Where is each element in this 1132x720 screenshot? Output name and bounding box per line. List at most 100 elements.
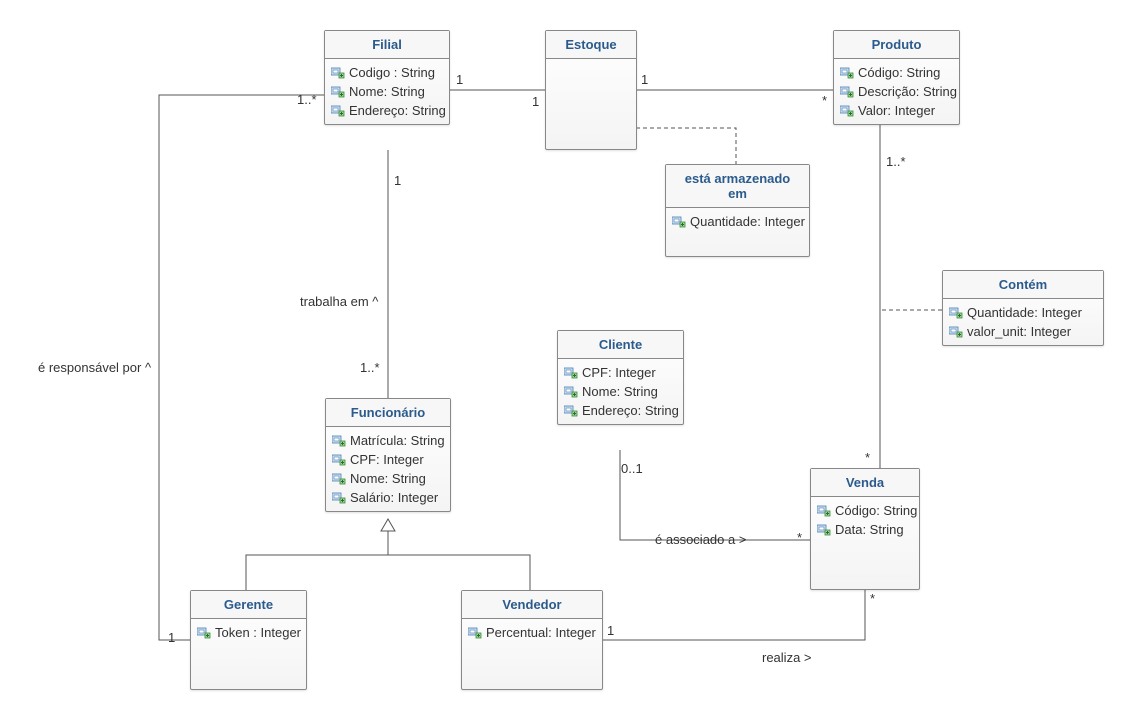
- class-funcionario: Funcionário Matrícula: String CPF: Intege…: [325, 398, 451, 512]
- mult: 1..*: [886, 154, 906, 169]
- attribute-row: Valor: Integer: [840, 101, 953, 120]
- attrs-vendedor: Percentual: Integer: [462, 619, 602, 687]
- label-realiza: realiza >: [762, 650, 812, 665]
- attribute-row: valor_unit: Integer: [949, 322, 1097, 341]
- class-title: Contém: [943, 271, 1103, 299]
- attribute-row: Endereço: String: [331, 101, 443, 120]
- class-title: Funcionário: [326, 399, 450, 427]
- attribute-icon: [672, 216, 686, 228]
- mult: 0..1: [621, 461, 643, 476]
- attribute-text: valor_unit: Integer: [967, 324, 1071, 339]
- attribute-icon: [331, 105, 345, 117]
- attribute-text: Endereço: String: [582, 403, 679, 418]
- class-venda: Venda Código: String Data: String: [810, 468, 920, 590]
- attribute-icon: [564, 405, 578, 417]
- attribute-text: Matrícula: String: [350, 433, 445, 448]
- label-associado: é associado a >: [655, 532, 746, 547]
- attribute-text: CPF: Integer: [582, 365, 656, 380]
- attribute-text: Data: String: [835, 522, 904, 537]
- class-contem: Contém Quantidade: Integervalor_unit: In…: [942, 270, 1104, 346]
- attrs-filial: Codigo : String Nome: String Endereço: Str…: [325, 59, 449, 124]
- attrs-funcionario: Matrícula: String CPF: Integer Nome: Strin…: [326, 427, 450, 511]
- attribute-row: Salário: Integer: [332, 488, 444, 507]
- attribute-icon: [817, 505, 831, 517]
- attribute-text: Descrição: String: [858, 84, 957, 99]
- attribute-text: Código: String: [835, 503, 917, 518]
- attribute-icon: [332, 435, 346, 447]
- attribute-row: Codigo : String: [331, 63, 443, 82]
- class-title: Cliente: [558, 331, 683, 359]
- attribute-row: Código: String: [817, 501, 913, 520]
- attribute-row: Nome: String: [332, 469, 444, 488]
- attribute-icon: [197, 627, 211, 639]
- mult: *: [870, 591, 875, 606]
- class-title: Produto: [834, 31, 959, 59]
- class-title: Gerente: [191, 591, 306, 619]
- attribute-row: CPF: Integer: [564, 363, 677, 382]
- attrs-cliente: CPF: Integer Nome: String Endereço: String: [558, 359, 683, 424]
- attribute-text: Valor: Integer: [858, 103, 935, 118]
- mult: 1..*: [297, 92, 317, 107]
- attribute-text: Salário: Integer: [350, 490, 438, 505]
- attribute-text: Nome: String: [349, 84, 425, 99]
- attribute-text: Código: String: [858, 65, 940, 80]
- attribute-text: Endereço: String: [349, 103, 446, 118]
- attribute-row: Token : Integer: [197, 623, 300, 642]
- class-title: Venda: [811, 469, 919, 497]
- label-trabalha: trabalha em ^: [300, 294, 378, 309]
- attrs-contem: Quantidade: Integervalor_unit: Integer: [943, 299, 1103, 345]
- mult: *: [797, 530, 802, 545]
- attribute-row: Nome: String: [564, 382, 677, 401]
- attribute-icon: [840, 105, 854, 117]
- mult: 1: [168, 630, 175, 645]
- attribute-icon: [332, 454, 346, 466]
- attribute-icon: [331, 86, 345, 98]
- class-armazenado: está armazenado em Quantidade: Integer: [665, 164, 810, 257]
- attribute-icon: [817, 524, 831, 536]
- attrs-gerente: Token : Integer: [191, 619, 306, 687]
- attribute-row: Quantidade: Integer: [672, 212, 803, 231]
- attribute-icon: [332, 473, 346, 485]
- attribute-icon: [564, 386, 578, 398]
- attribute-text: CPF: Integer: [350, 452, 424, 467]
- attribute-row: Código: String: [840, 63, 953, 82]
- attribute-text: Percentual: Integer: [486, 625, 596, 640]
- class-estoque: Estoque: [545, 30, 637, 150]
- mult: 1: [456, 72, 463, 87]
- attribute-row: Endereço: String: [564, 401, 677, 420]
- mult: *: [822, 93, 827, 108]
- class-produto: Produto Código: String Descrição: String V…: [833, 30, 960, 125]
- attribute-row: Matrícula: String: [332, 431, 444, 450]
- attribute-text: Nome: String: [582, 384, 658, 399]
- attribute-text: Codigo : String: [349, 65, 435, 80]
- attribute-icon: [840, 67, 854, 79]
- class-title: Vendedor: [462, 591, 602, 619]
- attrs-venda: Código: String Data: String: [811, 497, 919, 585]
- class-filial: Filial Codigo : StringNome: StringEndere…: [324, 30, 450, 125]
- mult: *: [865, 450, 870, 465]
- attrs-produto: Código: String Descrição: String Valor: In…: [834, 59, 959, 124]
- mult: 1: [394, 173, 401, 188]
- class-gerente: Gerente Token : Integer: [190, 590, 307, 690]
- attribute-icon: [949, 307, 963, 319]
- attribute-text: Quantidade: Integer: [690, 214, 805, 229]
- class-title: Estoque: [546, 31, 636, 59]
- attribute-row: Percentual: Integer: [468, 623, 596, 642]
- class-title: está armazenado em: [666, 165, 809, 208]
- class-cliente: Cliente CPF: Integer Nome: String Endereço…: [557, 330, 684, 425]
- attrs-estoque: [546, 59, 636, 153]
- attribute-icon: [332, 492, 346, 504]
- class-vendedor: Vendedor Percentual: Integer: [461, 590, 603, 690]
- attribute-icon: [840, 86, 854, 98]
- attribute-row: Data: String: [817, 520, 913, 539]
- attribute-row: Descrição: String: [840, 82, 953, 101]
- attribute-text: Nome: String: [350, 471, 426, 486]
- attribute-icon: [331, 67, 345, 79]
- mult: 1..*: [360, 360, 380, 375]
- mult: 1: [607, 623, 614, 638]
- mult: 1: [532, 94, 539, 109]
- attribute-row: Nome: String: [331, 82, 443, 101]
- attribute-icon: [468, 627, 482, 639]
- mult: 1: [641, 72, 648, 87]
- label-responsavel: é responsável por ^: [38, 360, 151, 375]
